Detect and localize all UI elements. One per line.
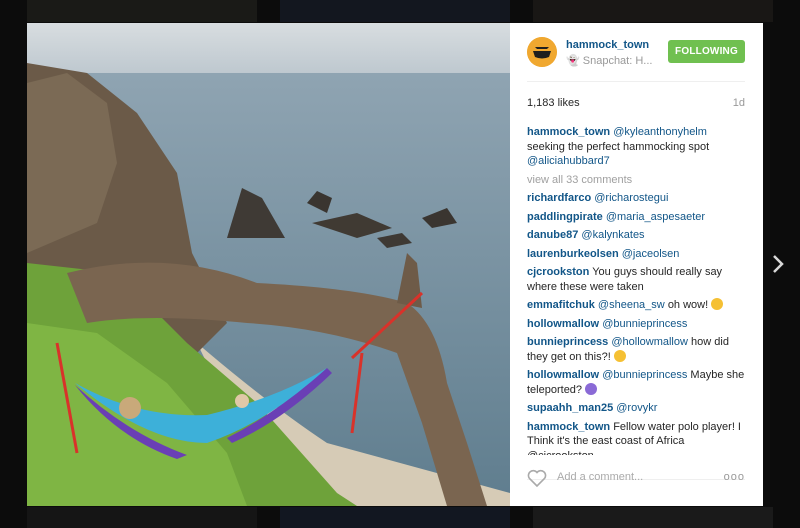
post-location[interactable]: 👻 Snapchat: H...: [566, 54, 652, 67]
comment-mention[interactable]: @hollowmallow: [611, 336, 688, 348]
comment-row: emmafitchuk @sheena_sw oh wow!: [527, 298, 745, 313]
post-photo[interactable]: [27, 23, 510, 506]
comment-username[interactable]: richardfarco: [527, 192, 591, 204]
post-modal: hammock_town 👻 Snapchat: H... FOLLOWING …: [27, 23, 763, 506]
comment-row: richardfarco @richarostegui: [527, 191, 745, 206]
avatar[interactable]: [527, 37, 557, 67]
comment-mention[interactable]: @kalynkates: [581, 229, 644, 241]
comment-username[interactable]: supaahh_man25: [527, 402, 613, 414]
heart-eyes-emoji-icon: [613, 349, 626, 362]
comment-row: paddlingpirate @maria_aspesaeter: [527, 210, 745, 225]
comment-mention[interactable]: @rovykr: [616, 402, 657, 414]
comment-row: laurenburkeolsen @jaceolsen: [527, 247, 745, 262]
following-button[interactable]: FOLLOWING: [668, 40, 745, 63]
comment-username[interactable]: danube87: [527, 229, 578, 241]
divider: [527, 81, 745, 82]
comment-row: hammock_town Fellow water polo player! I…: [527, 420, 745, 456]
comment-username[interactable]: hammock_town: [527, 126, 610, 138]
add-comment-bar: Add a comment... ooo: [527, 461, 745, 491]
comment-row: cjcrookston You guys should really say w…: [527, 265, 745, 294]
heart-eyes-emoji-icon: [711, 298, 724, 310]
comment-username[interactable]: paddlingpirate: [527, 211, 603, 223]
comment-mention[interactable]: @richarostegui: [594, 192, 668, 204]
more-options-icon[interactable]: ooo: [724, 471, 745, 483]
comment-username[interactable]: hollowmallow: [527, 318, 599, 330]
caption: hammock_town @kyleanthonyhelm seeking th…: [527, 125, 745, 169]
comment-row: danube87 @kalynkates: [527, 228, 745, 243]
comments-list[interactable]: hammock_town @kyleanthonyhelm seeking th…: [527, 125, 745, 455]
comment-row: hollowmallow @bunnieprincess Maybe she t…: [527, 368, 745, 397]
alien-emoji-icon: [585, 382, 598, 395]
comment-row: hollowmallow @bunnieprincess: [527, 317, 745, 332]
heart-icon[interactable]: [527, 469, 547, 490]
post-sidebar: hammock_town 👻 Snapchat: H... FOLLOWING …: [510, 23, 763, 506]
comment-username[interactable]: cjcrookston: [527, 266, 589, 278]
comment-username[interactable]: hollowmallow: [527, 369, 599, 381]
post-header: hammock_town 👻 Snapchat: H... FOLLOWING: [510, 23, 763, 81]
comment-row: bunnieprincess @hollowmallow how did the…: [527, 335, 745, 364]
comment-mention[interactable]: @bunnieprincess: [602, 369, 687, 381]
comment-mention[interactable]: @jaceolsen: [622, 248, 680, 260]
add-comment-input[interactable]: Add a comment...: [557, 471, 643, 483]
chevron-right-icon[interactable]: [771, 254, 785, 279]
likes-count[interactable]: 1,183 likes: [527, 97, 580, 109]
comment-username[interactable]: laurenburkeolsen: [527, 248, 619, 260]
comment-username[interactable]: bunnieprincess: [527, 336, 608, 348]
avatar-hammock-logo: [527, 37, 557, 67]
comment-username[interactable]: hammock_town: [527, 421, 610, 433]
comment-row: supaahh_man25 @rovykr: [527, 401, 745, 416]
view-all-comments-link[interactable]: view all 33 comments: [527, 173, 745, 188]
comment-mention[interactable]: @maria_aspesaeter: [606, 211, 705, 223]
comment-mention[interactable]: @bunnieprincess: [602, 318, 687, 330]
comment-text: oh wow!: [667, 299, 709, 311]
hammock-photo-image: [27, 23, 510, 506]
comment-username[interactable]: emmafitchuk: [527, 299, 595, 311]
post-age[interactable]: 1d: [733, 97, 745, 109]
comment-mention[interactable]: @sheena_sw: [598, 299, 665, 311]
post-username[interactable]: hammock_town: [566, 39, 649, 51]
